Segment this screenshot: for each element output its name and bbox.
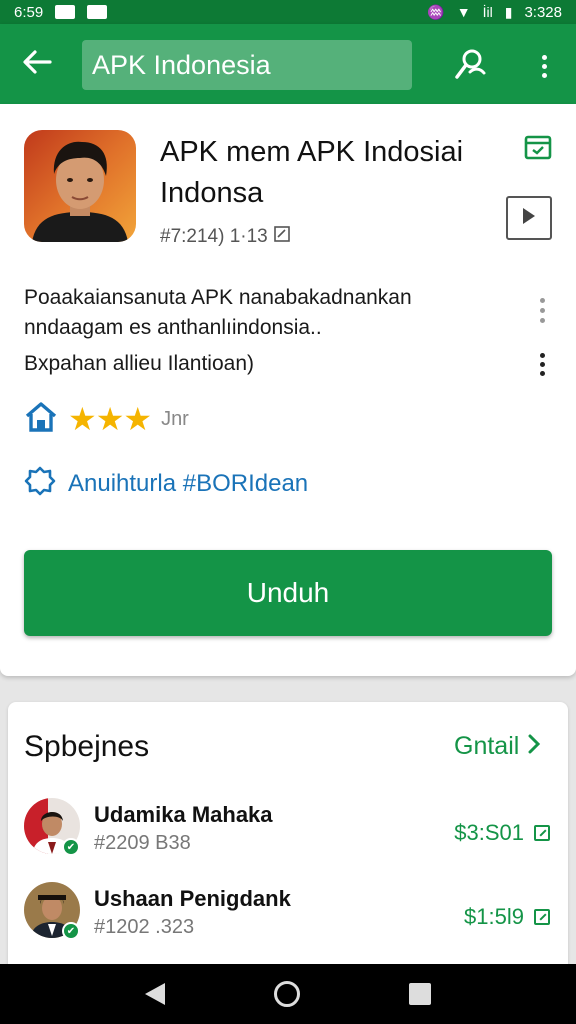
developer-id: #1202 .323	[94, 916, 195, 938]
app-title-line2: Indonsa	[160, 177, 264, 209]
nav-back-icon[interactable]	[144, 983, 165, 1005]
more-vert-icon[interactable]	[526, 44, 562, 88]
section-detail-link[interactable]: Gntail	[454, 732, 541, 761]
system-nav-bar	[0, 964, 576, 1024]
section-link-label: Gntail	[454, 732, 520, 760]
category-tag[interactable]: Anuihturla #BORIdean	[24, 466, 308, 502]
description-more-icon[interactable]	[534, 290, 550, 330]
app-title-line1: APK mem APK Indosiai	[160, 136, 464, 168]
app-icon-portrait	[24, 130, 136, 242]
app-bar: APK Indonesia	[0, 24, 576, 104]
back-button[interactable]	[0, 24, 74, 104]
more-options-icon[interactable]	[534, 346, 550, 382]
play-icon	[521, 207, 537, 230]
app-title: APK mem APK Indosiai Indonsa	[160, 132, 500, 214]
section-title: Spbejnes	[24, 730, 150, 763]
developer-price: $3:S01	[454, 820, 550, 846]
app-meta: #7:214) 1·13	[160, 226, 290, 248]
app-meta-text: #7:214) 1·13	[160, 226, 268, 247]
verified-icon: ✔	[62, 922, 80, 940]
list-item[interactable]: ✔ Ushaan Penigdank #1202 .323 $1:5l9	[24, 882, 552, 946]
rating-row: ★★★ Jnr	[24, 401, 189, 438]
edit-icon[interactable]	[534, 909, 550, 925]
description-line-3: Bxpahan allieu Ilantioan)	[24, 352, 254, 375]
developer-name: Ushaan Penigdank	[94, 886, 291, 911]
signal-text: İil	[482, 4, 493, 20]
image-notification-icon	[87, 5, 108, 19]
notification-icon	[55, 5, 76, 19]
vibrate-icon: ♒	[427, 3, 445, 20]
rating-count: Jnr	[161, 407, 189, 430]
description-line-1: Poaakaiansanuta APK nanabakadnankan	[24, 286, 412, 309]
status-time: 6:59	[14, 3, 44, 21]
price-text: $1:5l9	[464, 904, 524, 929]
search-person-button[interactable]	[448, 44, 492, 88]
search-input[interactable]: APK Indonesia	[82, 40, 412, 90]
category-tag-text: Anuihturla #BORIdean	[68, 470, 309, 497]
verified-icon: ✔	[62, 838, 80, 856]
app-detail-card: APK mem APK Indosiai Indonsa #7:214) 1·1…	[0, 104, 576, 676]
chevron-right-icon	[527, 732, 541, 761]
developer-price: $1:5l9	[464, 904, 550, 930]
description-line-2: nndaagam es anthanlıindonsia..	[24, 316, 322, 339]
developer-name: Udamika Mahaka	[94, 802, 273, 827]
edit-small-icon	[273, 226, 290, 248]
badge-outline-icon	[24, 465, 56, 504]
list-item[interactable]: ✔ Udamika Mahaka #2209 B38 $3:S01	[24, 798, 552, 862]
search-person-icon	[452, 46, 488, 87]
play-preview-button[interactable]	[506, 196, 552, 240]
status-right-time: 3:328	[524, 3, 562, 21]
arrow-left-icon	[22, 45, 52, 84]
battery-icon: ▮	[504, 3, 513, 20]
wifi-icon: ▼	[456, 4, 471, 20]
edit-icon[interactable]	[534, 825, 550, 841]
nav-recents-icon[interactable]	[409, 983, 432, 1005]
home-icon[interactable]	[24, 401, 58, 438]
rating-stars: ★★★	[68, 401, 152, 437]
calendar-badge-icon[interactable]	[524, 134, 552, 160]
developer-section-card: Spbejnes Gntail ✔ Udamika Mahaka #2209 B…	[8, 702, 568, 982]
developer-id: #2209 B38	[94, 832, 191, 854]
price-text: $3:S01	[454, 820, 524, 845]
download-button[interactable]: Unduh	[24, 550, 552, 636]
nav-home-icon[interactable]	[273, 981, 300, 1007]
status-bar: 6:59 ♒ ▼ İil ▮ 3:328	[0, 0, 576, 24]
